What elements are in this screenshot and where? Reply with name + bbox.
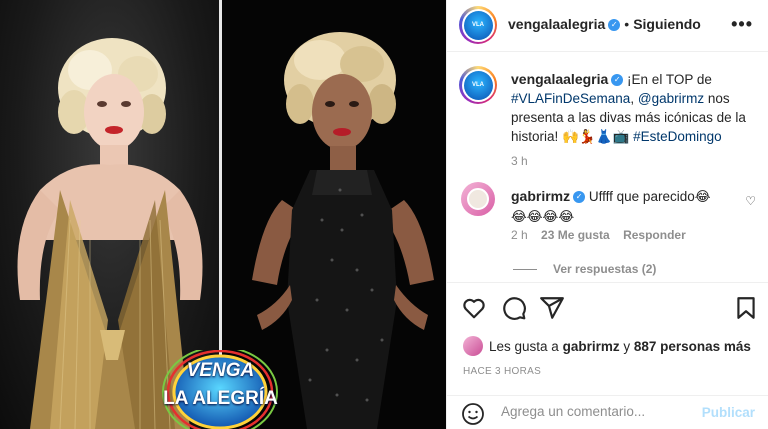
following-button[interactable]: Siguiendo (633, 16, 701, 32)
post-sidebar: VLA vengalaalegria ✓ • Siguiendo ••• VLA ve… (446, 0, 768, 429)
view-replies-label: Ver respuestas (2) (553, 262, 657, 276)
hashtag-link[interactable]: #EsteDomingo (633, 129, 722, 144)
vla-logo-icon: VLA (463, 70, 493, 100)
comment-time: 2 h (511, 228, 528, 242)
vla-logo-icon: VLA (463, 10, 493, 40)
caption-text2: , (630, 91, 635, 106)
post-header: VLA vengalaalegria ✓ • Siguiendo ••• (447, 0, 768, 52)
replies-line (513, 268, 537, 270)
like-heart-icon[interactable] (461, 295, 487, 321)
comment-text: Uffff que parecido😂 (588, 189, 711, 204)
liker-avatar[interactable] (463, 336, 483, 356)
likes-middle: y (623, 338, 631, 354)
comment-bubble-icon[interactable] (501, 295, 527, 321)
comment-like-heart-icon[interactable]: ♡ (745, 194, 756, 208)
comment: gabrirmz ✓ Uffff que parecido😂 😂😂😂😂 (511, 186, 741, 227)
posted-ago[interactable]: HACE 3 HORAS (463, 366, 541, 377)
comment-emoji: 😂😂😂😂 (511, 209, 575, 224)
caption-emoji: 🙌💃👗📺 (562, 129, 630, 144)
header-avatar[interactable]: VLA (459, 6, 497, 44)
header-username[interactable]: vengalaalegria (508, 16, 605, 32)
separator-dot: • (624, 16, 630, 32)
venga-la-alegria-logo: VENGA LA ALEGRÍA (158, 346, 283, 429)
add-comment-bar: Publicar (447, 395, 768, 429)
verified-badge-icon: ✓ (573, 191, 586, 204)
verified-badge-icon: ✓ (611, 74, 624, 87)
post-media[interactable]: VENGA LA ALEGRÍA (0, 0, 446, 429)
comment-likes[interactable]: 23 Me gusta (541, 228, 610, 242)
view-replies[interactable]: Ver respuestas (2) (513, 262, 656, 276)
post-caption: vengalaalegria ✓ ¡En el TOP de #VLAFinDeS… (511, 70, 759, 171)
caption-time: 3 h (511, 154, 528, 168)
action-bar (447, 282, 768, 332)
likes-user[interactable]: gabrirmz (563, 339, 620, 354)
emoji-smile-icon[interactable] (461, 402, 485, 426)
logo-line2: LA ALEGRÍA (163, 388, 278, 409)
comment-meta: 2 h 23 Me gusta Responder (511, 228, 686, 242)
comment-avatar[interactable] (461, 182, 495, 216)
verified-badge-icon: ✓ (608, 19, 621, 32)
comment-input[interactable] (501, 404, 701, 419)
likes-summary: Les gusta a gabrirmz y 887 personas más (463, 336, 751, 356)
likes-prefix: Les gusta a (489, 338, 559, 354)
hashtag-link[interactable]: #VLAFinDeSemana (511, 91, 630, 106)
save-bookmark-icon[interactable] (733, 295, 759, 321)
comment-username[interactable]: gabrirmz (511, 188, 570, 204)
logo-line1: VENGA (186, 360, 255, 381)
caption-avatar[interactable]: VLA (459, 66, 497, 104)
caption-username[interactable]: vengalaalegria (511, 71, 608, 87)
reply-button[interactable]: Responder (623, 228, 686, 242)
likes-count[interactable]: 887 personas más (634, 339, 751, 354)
share-paper-plane-icon[interactable] (539, 295, 565, 321)
publish-button[interactable]: Publicar (702, 405, 755, 420)
mention-link[interactable]: @gabrirmz (638, 91, 704, 106)
more-horizontal-icon[interactable]: ••• (731, 14, 753, 35)
caption-text1: ¡En el TOP de (627, 72, 712, 87)
